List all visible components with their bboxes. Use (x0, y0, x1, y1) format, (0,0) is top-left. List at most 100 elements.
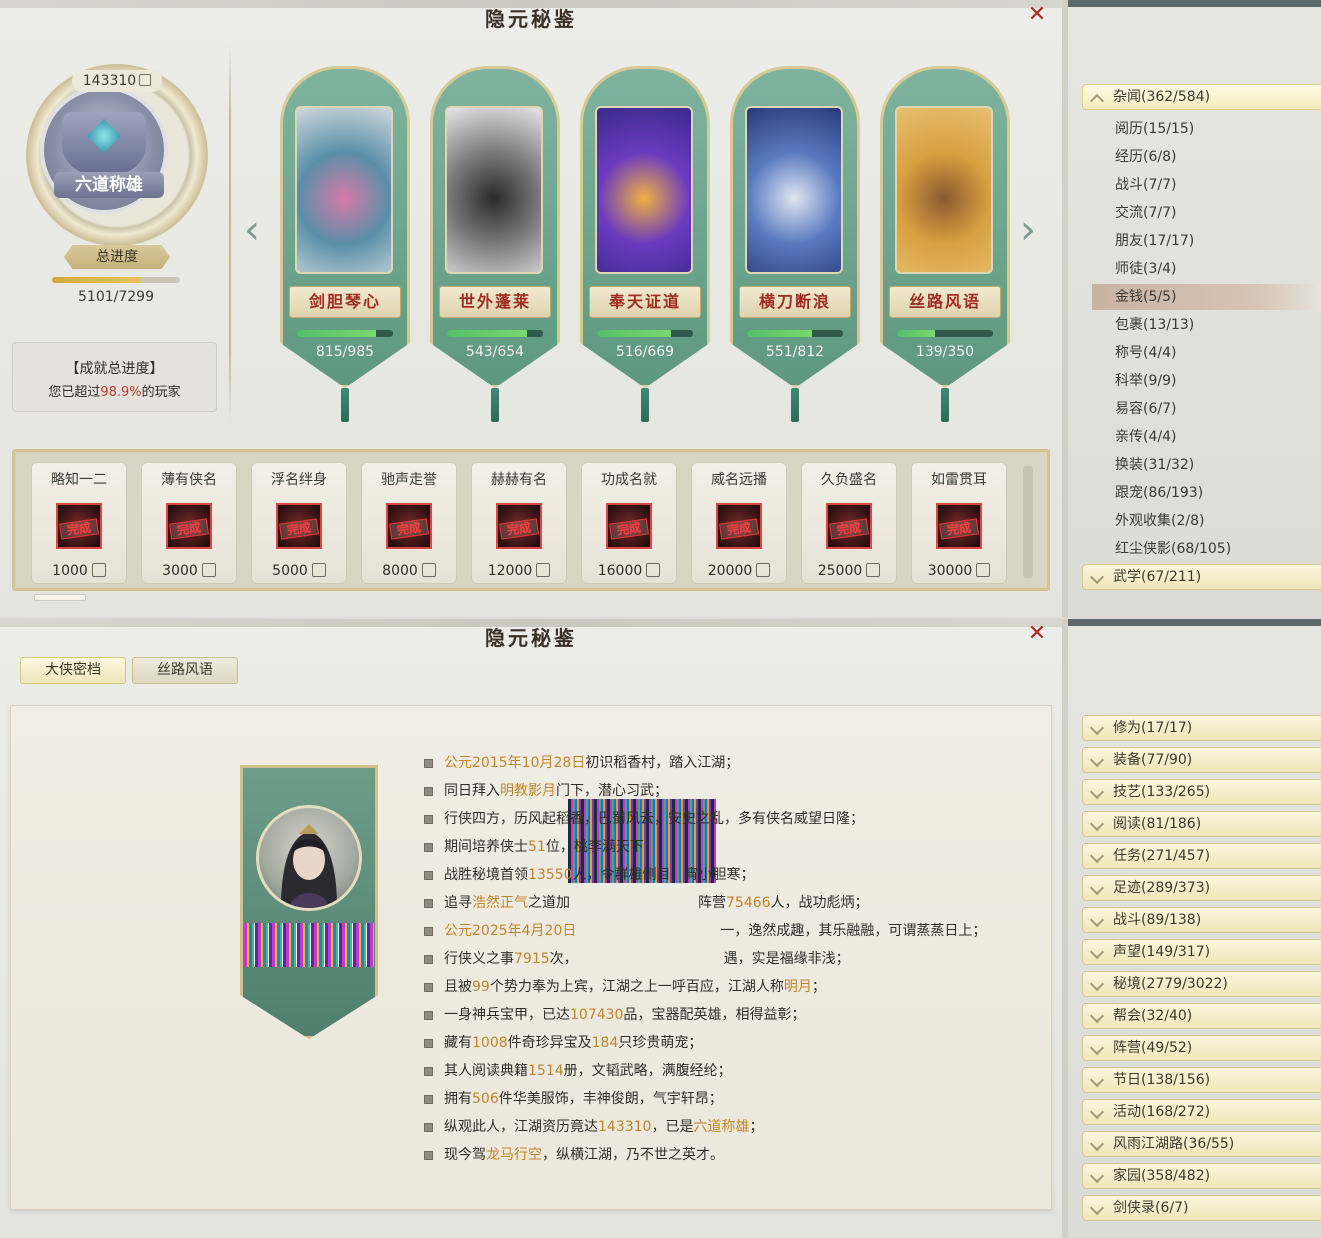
category-subitem[interactable]: 科举(9/9) (1092, 368, 1321, 394)
category-header[interactable]: 风雨江湖路(36/55) (1082, 1131, 1321, 1157)
card-progress-value: 551/812 (765, 344, 825, 360)
reward-tile[interactable]: 薄有侠名 完成 3000 (141, 462, 237, 584)
reward-icon: 完成 (496, 503, 542, 549)
close-icon[interactable]: ✕ (1026, 623, 1048, 645)
category-subitem[interactable]: 交流(7/7) (1092, 200, 1321, 226)
reward-cost: 16000 (582, 563, 676, 579)
tab-hero-dossier[interactable]: 大侠密档 (20, 657, 126, 684)
bullet-icon (424, 899, 433, 908)
chevron-down-icon (1089, 880, 1105, 896)
highlight-text: 99 (472, 979, 490, 995)
achievement-percent: 98.9% (100, 385, 142, 400)
category-header[interactable]: 足迹(289/373) (1082, 875, 1321, 901)
reward-cost-value: 16000 (597, 563, 643, 579)
coin-icon (91, 563, 106, 577)
bullet-icon (424, 1067, 433, 1076)
category-card[interactable]: 横刀断浪 551/812 (730, 66, 860, 422)
tab-silk-road[interactable]: 丝路风语 (132, 657, 238, 684)
arrow-right-icon[interactable]: › (1020, 210, 1040, 252)
reward-tile[interactable]: 威名远播 完成 20000 (691, 462, 787, 584)
category-subitem[interactable]: 亲传(4/4) (1092, 424, 1321, 450)
total-progress-button[interactable]: 总进度 (64, 245, 170, 269)
highlight-text: 公元2025年4月20日 (444, 923, 577, 939)
dossier-text-segment: 战胜秘境首领 (444, 867, 528, 883)
panel-title: 隐元秘鉴 (485, 7, 577, 31)
category-sidebar-1: 杂闻(362/584) 阅历(15/15) 经历(6/8) 战斗(7/7) 交流(7/… (1062, 0, 1321, 617)
category-subitem[interactable]: 红尘侠影(68/105) (1092, 536, 1321, 562)
reward-tile[interactable]: 浮名绊身 完成 5000 (251, 462, 347, 584)
category-subitem[interactable]: 阅历(15/15) (1092, 116, 1321, 142)
reward-tile[interactable]: 赫赫有名 完成 12000 (471, 462, 567, 584)
reward-cost: 30000 (912, 563, 1006, 579)
chevron-down-icon (1089, 912, 1105, 928)
category-header[interactable]: 活动(168/272) (1082, 1099, 1321, 1125)
card-name: 世外蓬莱 (439, 286, 551, 318)
reward-tile[interactable]: 功成名就 完成 16000 (581, 462, 677, 584)
category-subitem[interactable]: 跟宠(86/193) (1092, 480, 1321, 506)
dossier-line: 其人阅读典籍1514册，文韬武略，满腹经纶； (424, 1057, 1044, 1085)
category-header[interactable]: 阵营(49/52) (1082, 1035, 1321, 1061)
card-name: 剑胆琴心 (289, 286, 401, 318)
profile-panel: 隐元秘鉴 ✕ 大侠密档 丝路风语 公元2015年10月28日初识稻香村，踏入江湖… (0, 619, 1062, 1238)
category-header[interactable]: 战斗(89/138) (1082, 907, 1321, 933)
category-header-martial[interactable]: 武学(67/211) (1082, 564, 1321, 590)
category-header[interactable]: 家园(358/482) (1082, 1163, 1321, 1189)
category-subitem[interactable]: 金钱(5/5) (1092, 284, 1321, 310)
bullet-icon (424, 815, 433, 824)
category-header-label: 武学(67/211) (1113, 569, 1202, 585)
reward-tile[interactable]: 如雷贯耳 完成 30000 (911, 462, 1007, 584)
dossier-line: 公元2025年4月20日 一，逸然成趣，其乐融融，可谓蒸蒸日上； (424, 917, 1044, 945)
category-subitem[interactable]: 经历(6/8) (1092, 144, 1321, 170)
panel-title: 隐元秘鉴 (485, 626, 577, 650)
category-header-label: 阵营(49/52) (1113, 1040, 1193, 1056)
category-header[interactable]: 节日(138/156) (1082, 1067, 1321, 1093)
category-header-label: 杂闻(362/584) (1113, 89, 1211, 105)
bullet-icon (424, 871, 433, 880)
reward-cost: 3000 (142, 563, 236, 579)
category-subitem[interactable]: 换装(31/32) (1092, 452, 1321, 478)
reward-cost-value: 20000 (707, 563, 753, 579)
dossier-text-segment: 一身神兵宝甲，已达 (444, 1007, 570, 1023)
reward-tile[interactable]: 久负盛名 完成 25000 (801, 462, 897, 584)
category-card[interactable]: 世外蓬莱 543/654 (430, 66, 560, 422)
category-header[interactable]: 声望(149/317) (1082, 939, 1321, 965)
category-subitem[interactable]: 包裹(13/13) (1092, 312, 1321, 338)
reward-tile[interactable]: 驰声走誉 完成 8000 (361, 462, 457, 584)
close-icon[interactable]: ✕ (1026, 4, 1048, 26)
completed-stamp: 完成 (499, 518, 539, 540)
category-subitem[interactable]: 师徒(3/4) (1092, 256, 1321, 282)
highlight-text: 143310 (598, 1119, 652, 1135)
category-subitem[interactable]: 称号(4/4) (1092, 340, 1321, 366)
tassel-icon (791, 388, 799, 422)
category-header[interactable]: 帮会(32/40) (1082, 1003, 1321, 1029)
dossier-text-segment: 个势力奉为上宾，江湖之上一呼百应，江湖人称 (489, 979, 784, 995)
category-header[interactable]: 阅读(81/186) (1082, 811, 1321, 837)
category-header[interactable]: 装备(77/90) (1082, 747, 1321, 773)
category-subitem[interactable]: 朋友(17/17) (1092, 228, 1321, 254)
category-card[interactable]: 奉天证道 516/669 (580, 66, 710, 422)
category-card[interactable]: 丝路风语 139/350 (880, 66, 1010, 422)
arrow-left-icon[interactable]: ‹ (244, 210, 264, 252)
bullet-icon (424, 1123, 433, 1132)
reward-tile[interactable]: 略知一二 完成 1000 (31, 462, 127, 584)
category-header[interactable]: 修为(17/17) (1082, 715, 1321, 741)
category-header[interactable]: 任务(271/457) (1082, 843, 1321, 869)
dossier-text-segment: 初识稻香村，踏入江湖； (585, 755, 740, 771)
portrait-figure (281, 824, 337, 908)
chevron-up-icon (1089, 93, 1105, 109)
category-header[interactable]: 剑侠录(6/7) (1082, 1195, 1321, 1221)
reward-row-scrollbar[interactable] (1023, 466, 1033, 578)
category-card[interactable]: 剑胆琴心 815/985 (280, 66, 410, 422)
reward-cost-value: 3000 (162, 563, 198, 579)
category-subitem[interactable]: 战斗(7/7) (1092, 172, 1321, 198)
category-subitem[interactable]: 外观收集(2/8) (1092, 508, 1321, 534)
category-header[interactable]: 秘境(2779/3022) (1082, 971, 1321, 997)
card-progress-bar (747, 330, 843, 337)
category-header[interactable]: 技艺(133/265) (1082, 779, 1321, 805)
category-header-misc[interactable]: 杂闻(362/584) (1082, 84, 1321, 110)
card-progress-fill (447, 330, 527, 337)
bullet-icon (424, 1095, 433, 1104)
dossier-text-segment: 人，战功彪炳； (770, 895, 869, 911)
category-subitem[interactable]: 易容(6/7) (1092, 396, 1321, 422)
bullet-icon (424, 1011, 433, 1020)
